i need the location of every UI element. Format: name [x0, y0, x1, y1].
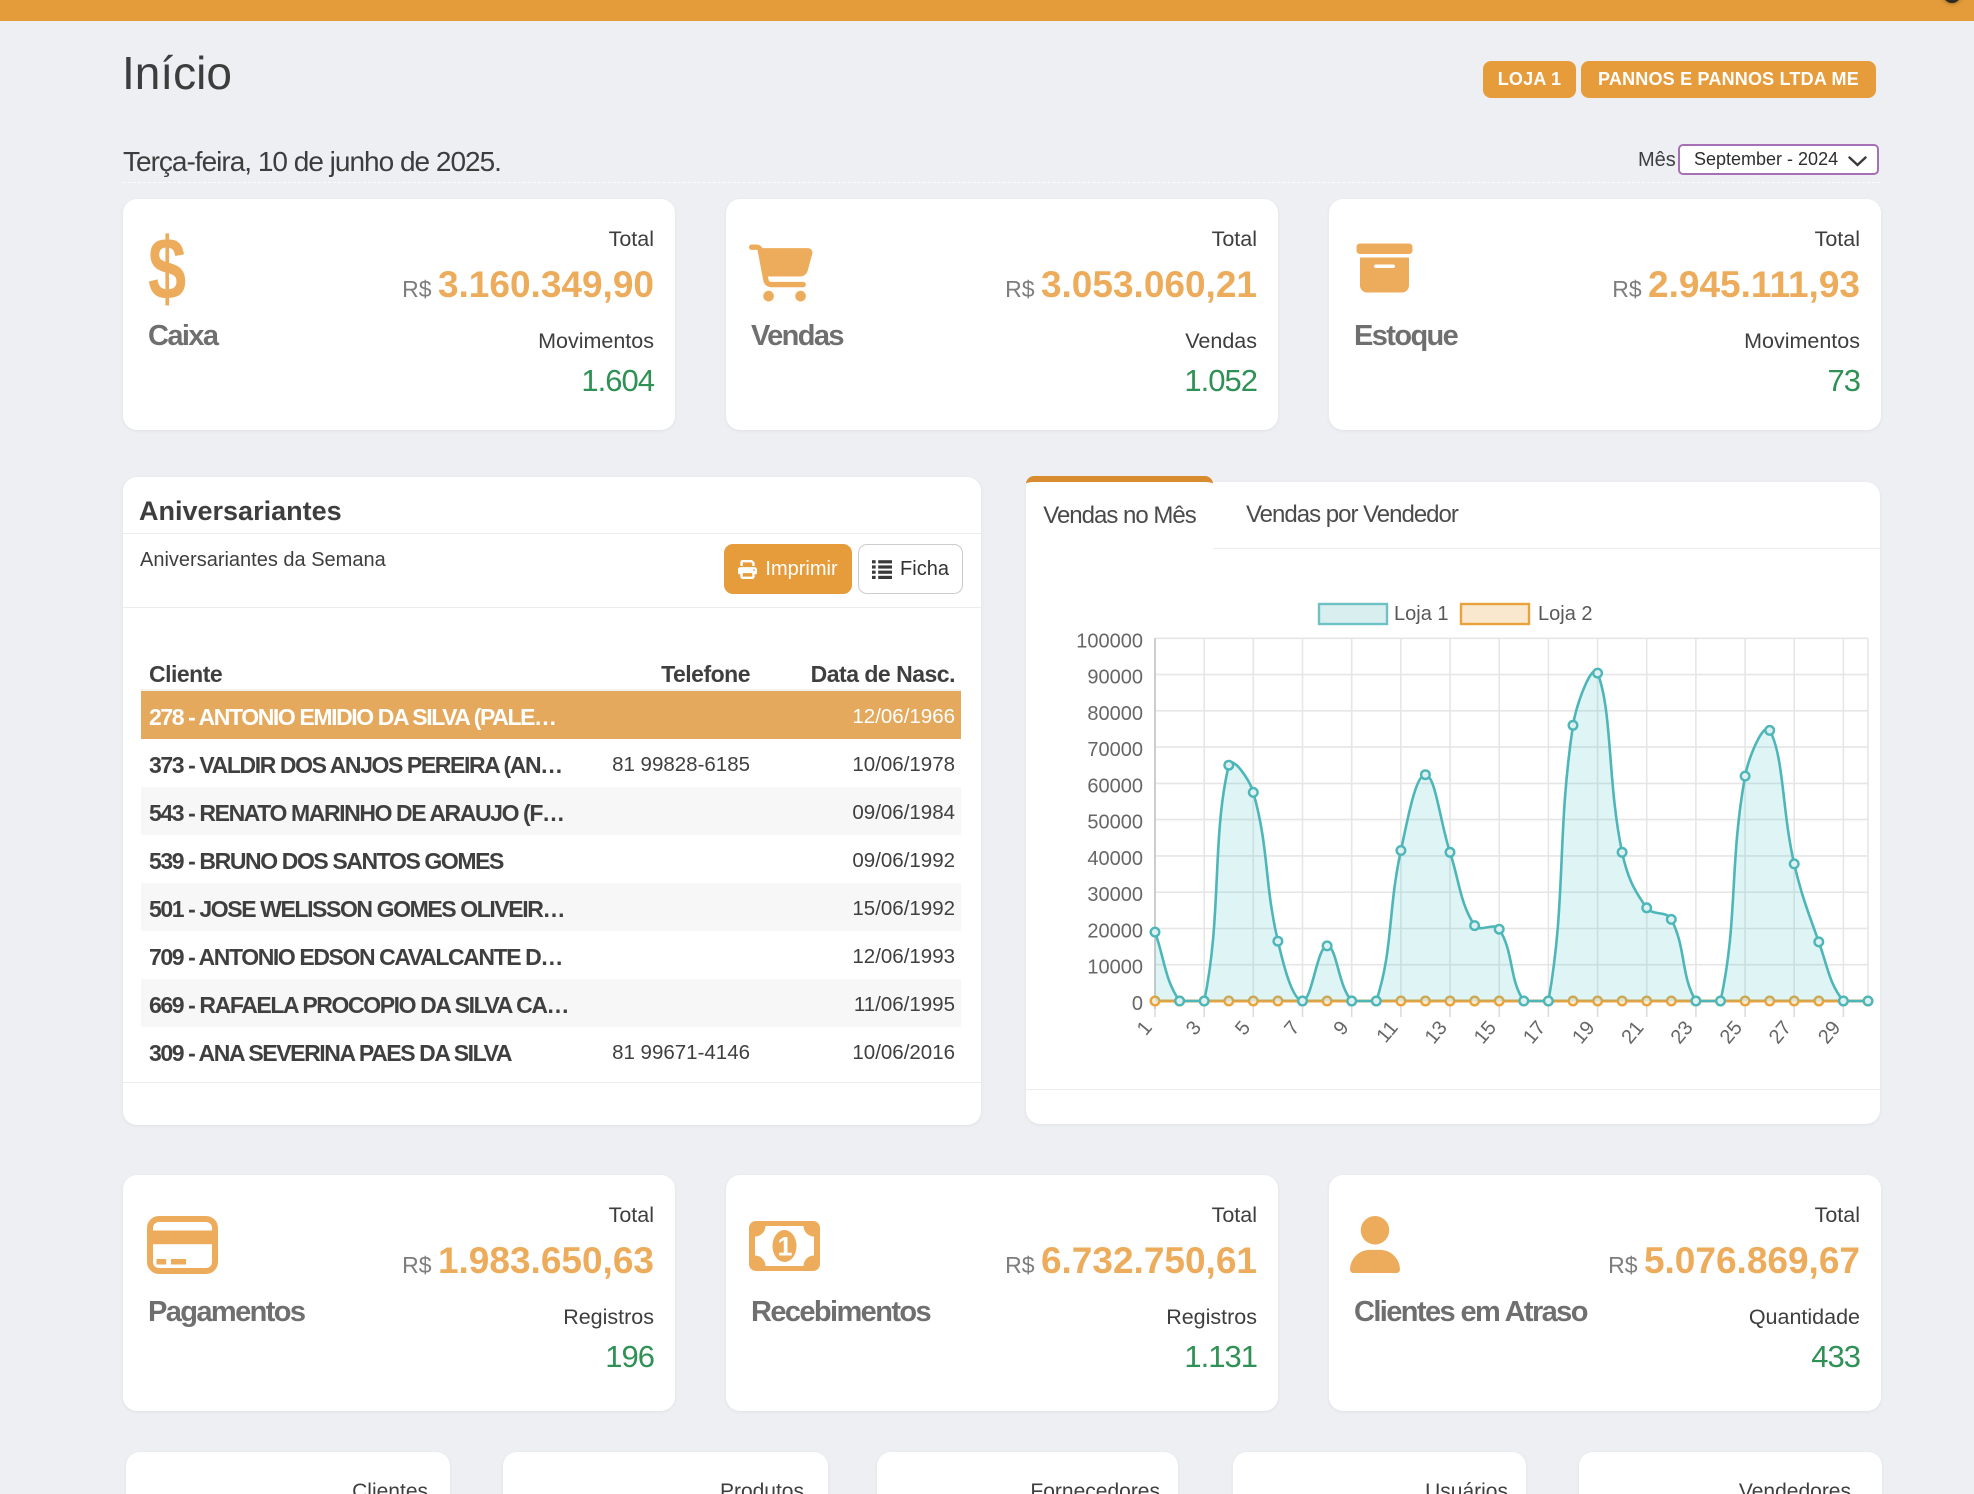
svg-text:0: 0	[1132, 993, 1143, 1015]
svg-text:21: 21	[1617, 1017, 1648, 1048]
svg-text:80000: 80000	[1087, 703, 1143, 725]
svg-text:11: 11	[1373, 1017, 1403, 1047]
svg-text:30000: 30000	[1087, 884, 1143, 906]
svg-text:27: 27	[1765, 1017, 1796, 1048]
svg-text:20000: 20000	[1087, 921, 1143, 943]
svg-text:19: 19	[1568, 1017, 1599, 1048]
svg-text:70000: 70000	[1087, 739, 1143, 761]
svg-text:9: 9	[1330, 1017, 1354, 1040]
svg-text:Loja 1: Loja 1	[1394, 603, 1449, 625]
svg-text:90000: 90000	[1087, 667, 1143, 689]
svg-text:1: 1	[1133, 1017, 1157, 1040]
svg-text:5: 5	[1231, 1017, 1255, 1040]
svg-text:60000: 60000	[1087, 775, 1143, 797]
svg-text:3: 3	[1182, 1017, 1206, 1040]
svg-text:40000: 40000	[1087, 848, 1143, 870]
svg-text:Loja 2: Loja 2	[1538, 603, 1593, 625]
svg-text:10000: 10000	[1087, 957, 1143, 979]
svg-text:13: 13	[1421, 1017, 1452, 1048]
svg-text:15: 15	[1470, 1017, 1501, 1048]
svg-text:17: 17	[1519, 1017, 1550, 1048]
svg-text:23: 23	[1667, 1017, 1698, 1048]
svg-text:7: 7	[1280, 1017, 1304, 1040]
svg-text:50000: 50000	[1087, 812, 1143, 834]
svg-text:1: 1	[777, 1232, 792, 1262]
svg-text:29: 29	[1814, 1017, 1845, 1048]
svg-text:25: 25	[1716, 1017, 1747, 1048]
svg-text:100000: 100000	[1076, 630, 1143, 652]
